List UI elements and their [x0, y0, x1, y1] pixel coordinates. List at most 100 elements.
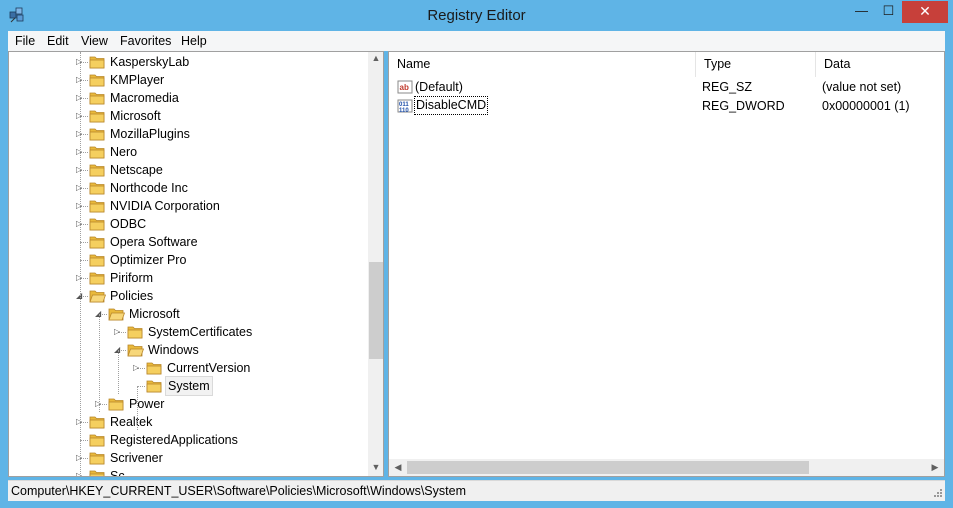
tree-node-label: Nero	[110, 145, 138, 159]
folder-icon	[89, 55, 106, 69]
tree-guide-line	[80, 52, 81, 476]
value-row[interactable]: ab (Default) REG_SZ (value not set)	[389, 78, 944, 96]
tree-guide-line	[99, 314, 100, 412]
tree-scroll-thumb[interactable]	[369, 262, 383, 359]
tree-connector	[80, 242, 88, 243]
tree-node[interactable]: ▷ Northcode Inc	[9, 179, 364, 197]
menu-bar: File Edit View Favorites Help	[8, 31, 945, 51]
folder-icon	[89, 235, 106, 249]
tree-node[interactable]: System	[9, 376, 364, 396]
tree-node-label: Macromedia	[110, 91, 179, 105]
registry-tree[interactable]: ▷ KasperskyLab ▷ KMPlayer ▷ Macromedia ▷ Micros…	[8, 51, 384, 477]
tree-node[interactable]: ▷ Macromedia	[9, 89, 364, 107]
tree-node-label: KMPlayer	[110, 73, 165, 87]
tree-node[interactable]: RegisteredApplications	[9, 431, 364, 449]
tree-node[interactable]: ▷ Piriform	[9, 269, 364, 287]
tree-node-label: KasperskyLab	[110, 55, 190, 69]
tree-node-label: Microsoft	[129, 307, 180, 321]
menu-help[interactable]: Help	[181, 34, 207, 48]
tree-node[interactable]: ▷ Realtek	[9, 413, 364, 431]
tree-node[interactable]: ▷ ODBC	[9, 215, 364, 233]
tree-node-label: Piriform	[110, 271, 154, 285]
tree-node-label: NVIDIA Corporation	[110, 199, 220, 213]
tree-node[interactable]: ▷ Scrivener	[9, 449, 364, 467]
values-horizontal-scrollbar[interactable]: ◀ ▶	[389, 459, 944, 476]
value-row[interactable]: 011 110 DisableCMD REG_DWORD 0x00000001 …	[389, 96, 944, 115]
tree-node-label: Realtek	[110, 415, 153, 429]
tree-node-label: System	[165, 376, 213, 396]
menu-view[interactable]: View	[81, 34, 108, 48]
menu-edit[interactable]: Edit	[47, 34, 69, 48]
tree-guide-line	[118, 350, 119, 394]
folder-icon	[89, 181, 106, 195]
expand-arrow-icon[interactable]: ▷	[114, 327, 122, 337]
tree-node-label: SystemCertificates	[148, 325, 253, 339]
folder-icon	[89, 433, 106, 447]
folder-icon	[89, 271, 106, 285]
folder-icon	[146, 361, 163, 375]
folder-icon	[89, 253, 106, 267]
svg-text:ab: ab	[400, 83, 409, 92]
folder-icon	[127, 325, 144, 339]
resize-grip-icon[interactable]	[934, 489, 942, 497]
value-name: (Default)	[415, 80, 463, 94]
tree-node[interactable]: ▷ NVIDIA Corporation	[9, 197, 364, 215]
tree-node[interactable]: ▷ Netscape	[9, 161, 364, 179]
values-scroll-thumb[interactable]	[407, 461, 809, 474]
tree-node[interactable]: ▷ SystemCertificates	[9, 323, 364, 341]
tree-node-label: Scrivener	[110, 451, 163, 465]
folder-icon	[89, 73, 106, 87]
tree-node-label: RegisteredApplications	[110, 433, 238, 447]
tree-node[interactable]: ◢ Policies	[9, 287, 364, 305]
tree-node-label: ODBC	[110, 217, 147, 231]
menu-favorites[interactable]: Favorites	[120, 34, 171, 48]
tree-node[interactable]: ▷ Microsoft	[9, 107, 364, 125]
window-title: Registry Editor	[427, 7, 526, 24]
tree-node[interactable]: ▷ KasperskyLab	[9, 53, 364, 71]
folder-icon	[89, 451, 106, 465]
minimize-button[interactable]: —	[848, 1, 875, 23]
tree-node[interactable]: ▷ Sc...	[9, 467, 364, 476]
tree-node-label: CurrentVersion	[167, 361, 251, 375]
scroll-left-icon[interactable]: ◀	[390, 462, 406, 473]
menu-file[interactable]: File	[15, 34, 35, 48]
column-header-data[interactable]: Data	[816, 52, 944, 77]
tree-node-label: Microsoft	[110, 109, 161, 123]
tree-node-label: Netscape	[110, 163, 163, 177]
tree-node[interactable]: ◢ Microsoft	[9, 305, 364, 323]
folder-icon	[89, 199, 106, 213]
tree-node[interactable]: Opera Software	[9, 233, 364, 251]
folder-icon	[89, 91, 106, 105]
binary-value-icon: 011 110	[397, 99, 413, 114]
folder-icon	[89, 217, 106, 231]
scroll-down-icon[interactable]: ▼	[368, 462, 383, 472]
tree-node-label: MozillaPlugins	[110, 127, 190, 141]
tree-node[interactable]: ▷ MozillaPlugins	[9, 125, 364, 143]
tree-node[interactable]: ▷ Nero	[9, 143, 364, 161]
tree-node[interactable]: ▷ Power	[9, 395, 364, 413]
maximize-button[interactable]: ☐	[875, 1, 902, 23]
folder-icon	[89, 145, 106, 159]
tree-node-label: Windows	[148, 343, 199, 357]
scroll-right-icon[interactable]: ▶	[927, 462, 943, 473]
tree-node-label: Northcode Inc	[110, 181, 188, 195]
value-type: REG_SZ	[702, 80, 753, 94]
column-header-type[interactable]: Type	[696, 52, 816, 77]
folder-icon	[108, 397, 125, 411]
scroll-up-icon[interactable]: ▲	[368, 53, 383, 63]
close-button[interactable]: ✕	[902, 1, 948, 23]
folder-icon	[89, 127, 106, 141]
tree-node-label: Policies	[110, 289, 154, 303]
value-data: 0x00000001 (1)	[822, 99, 910, 113]
folder-open-icon	[127, 343, 145, 357]
tree-node[interactable]: ▷ CurrentVersion	[9, 359, 364, 377]
tree-vertical-scrollbar[interactable]: ▲ ▼	[368, 52, 383, 476]
column-header-name[interactable]: Name	[389, 52, 696, 77]
tree-node-label: Optimizer Pro	[110, 253, 187, 267]
values-list[interactable]: Name Type Data ab (Default) REG_SZ (valu…	[388, 51, 945, 477]
expand-arrow-icon[interactable]: ▷	[133, 363, 141, 373]
tree-node[interactable]: ▷ KMPlayer	[9, 71, 364, 89]
title-bar[interactable]: Registry Editor — ☐ ✕	[0, 0, 953, 31]
tree-node[interactable]: ◢ Windows	[9, 341, 364, 359]
tree-node[interactable]: Optimizer Pro	[9, 251, 364, 269]
